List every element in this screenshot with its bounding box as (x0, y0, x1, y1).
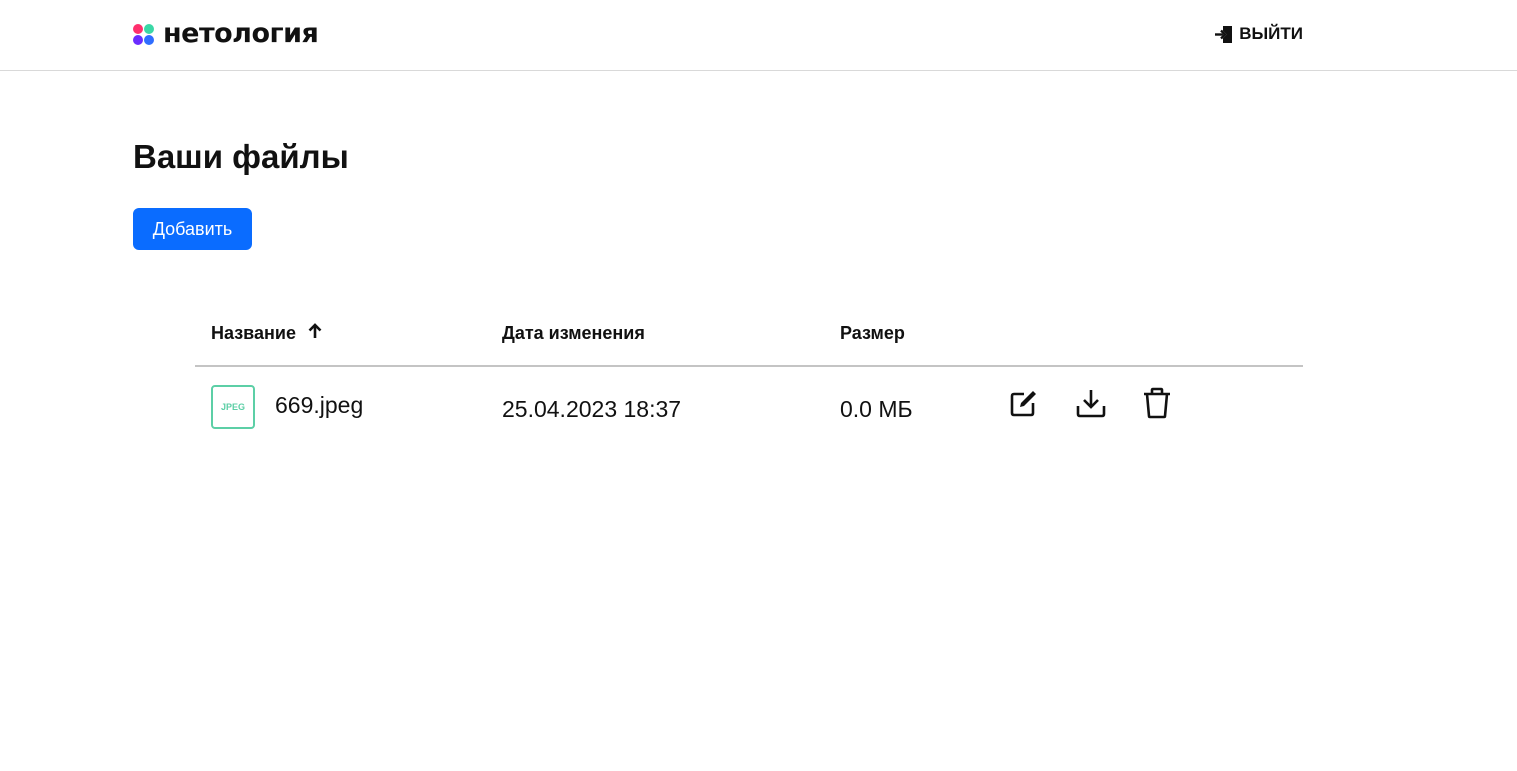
edit-icon (1008, 387, 1040, 424)
logout-icon (1213, 23, 1235, 45)
logo[interactable]: нетология (133, 18, 319, 50)
delete-button[interactable] (1139, 387, 1175, 423)
column-header-size[interactable]: Размер (840, 322, 905, 344)
logout-label: ВЫЙТИ (1239, 24, 1303, 43)
file-name[interactable]: 669.jpeg (275, 391, 363, 419)
jpeg-file-icon: JPEG (211, 385, 255, 429)
trash-icon (1141, 386, 1173, 425)
file-type-badge: JPEG (220, 402, 245, 412)
table-row[interactable]: JPEG 669.jpeg 25.04.2023 18:37 0.0 МБ (195, 367, 1303, 447)
top-bar: нетология ВЫЙТИ (0, 0, 1517, 71)
logout-button[interactable]: ВЫЙТИ (1213, 22, 1303, 46)
sort-ascending-icon (308, 322, 322, 344)
column-header-date[interactable]: Дата изменения (502, 322, 645, 344)
files-table: Название Дата изменения Размер JPEG 669.… (195, 308, 1303, 447)
file-size: 0.0 МБ (840, 396, 913, 422)
add-file-button[interactable]: Добавить (133, 208, 252, 250)
page-title: Ваши файлы (133, 138, 349, 175)
logo-mark-icon (133, 23, 154, 45)
column-header-name-label: Название (211, 323, 296, 343)
download-button[interactable] (1073, 387, 1109, 423)
table-header: Название Дата изменения Размер (195, 308, 1303, 367)
download-icon (1075, 387, 1107, 424)
column-header-name[interactable]: Название (211, 322, 322, 344)
edit-button[interactable] (1006, 387, 1042, 423)
logo-text: нетология (163, 18, 319, 49)
file-modified-date: 25.04.2023 18:37 (502, 396, 682, 422)
